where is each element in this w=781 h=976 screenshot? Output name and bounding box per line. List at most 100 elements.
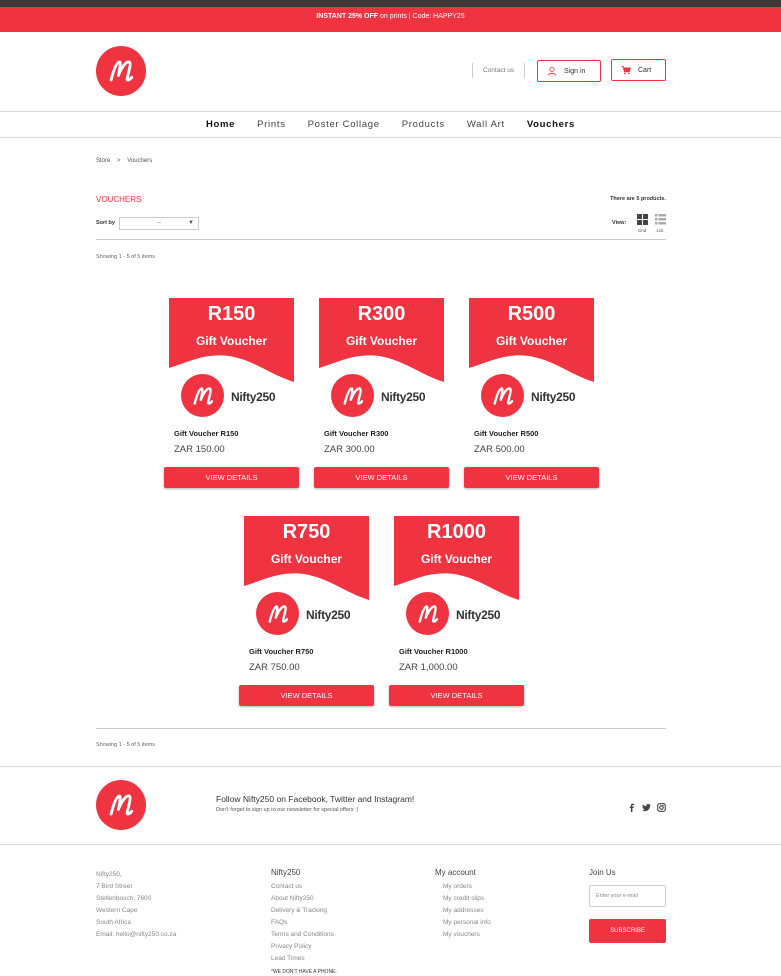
voucher-amount: R1000: [427, 521, 486, 543]
sort-select-value: --: [157, 220, 161, 226]
list-view-toggle[interactable]: List: [653, 214, 667, 233]
voucher-amount: R150: [207, 303, 256, 325]
nav-item-vouchers[interactable]: Vouchers: [516, 119, 586, 130]
voucher-image[interactable]: R150 Gift Voucher Nifty250: [169, 298, 294, 418]
footer-link[interactable]: FAQs: [271, 917, 334, 929]
cart-label: Cart: [638, 66, 652, 74]
voucher-brand: Nifty250: [456, 608, 501, 622]
product-name[interactable]: Gift Voucher R750: [249, 647, 313, 656]
voucher-gift-text: Gift Voucher: [345, 334, 418, 348]
nav-item-prints[interactable]: Prints: [246, 119, 296, 130]
footer-link[interactable]: My addresses: [435, 905, 491, 917]
promo-banner: INSTANT 25% OFF on prints | Code: HAPPY2…: [0, 7, 781, 32]
site-logo[interactable]: [96, 46, 146, 96]
footer-col-title: Nifty250: [271, 868, 301, 877]
voucher-image[interactable]: R500 Gift Voucher Nifty250: [469, 298, 594, 418]
address-line: 7 Bird Street: [96, 883, 133, 890]
voucher-amount: R300: [357, 303, 406, 325]
address-email[interactable]: Email: hello@nifty250.co.za: [96, 929, 176, 941]
category-title: VOUCHERS: [96, 195, 142, 204]
breadcrumb-vouchers[interactable]: Vouchers: [127, 158, 152, 164]
facebook-icon[interactable]: [627, 799, 636, 812]
footer-link[interactable]: My orders: [435, 881, 491, 893]
voucher-amount: R500: [507, 303, 556, 325]
voucher-gift-text: Gift Voucher: [420, 552, 493, 566]
footer-link[interactable]: About Nifty250: [271, 893, 334, 905]
cart-button[interactable]: Cart: [611, 59, 666, 81]
subscribe-button[interactable]: SUBSCRIBE: [589, 919, 666, 943]
address-line: Stellenbosch, 7600: [96, 895, 152, 902]
footer-link[interactable]: My personal info: [435, 917, 491, 929]
voucher-brand: Nifty250: [231, 390, 276, 404]
sort-select[interactable]: -- ▼: [119, 217, 199, 230]
grid-view-toggle[interactable]: Grid: [635, 214, 649, 233]
footer-logo[interactable]: [96, 780, 146, 830]
product-name[interactable]: Gift Voucher R150: [174, 429, 238, 438]
product-price: ZAR 1,000.00: [399, 662, 458, 673]
voucher-logo: [181, 374, 224, 417]
list-icon: [654, 214, 666, 225]
voucher-image[interactable]: R750 Gift Voucher Nifty250: [244, 516, 369, 636]
voucher-logo: [331, 374, 374, 417]
voucher-amount: R750: [282, 521, 331, 543]
view-details-button[interactable]: VIEW DETAILS: [464, 467, 599, 488]
twitter-icon[interactable]: [642, 799, 651, 812]
footer-link[interactable]: Delivery & Tracking: [271, 905, 334, 917]
follow-heading: Follow Nifty250 on Facebook, Twitter and…: [216, 794, 415, 804]
view-details-button[interactable]: VIEW DETAILS: [389, 685, 524, 706]
voucher-brand: Nifty250: [381, 390, 426, 404]
logo-n-mark-icon: [418, 604, 438, 623]
product-price: ZAR 500.00: [474, 444, 525, 455]
footer-link[interactable]: Terms and Conditions: [271, 929, 334, 941]
sign-in-button[interactable]: Sign in: [537, 60, 601, 82]
voucher-gift-text: Gift Voucher: [270, 552, 343, 566]
view-details-button[interactable]: VIEW DETAILS: [314, 467, 449, 488]
breadcrumb-separator: >: [117, 158, 121, 164]
footer-link[interactable]: Privacy Policy: [271, 941, 334, 953]
product-count: There are 5 products.: [610, 196, 666, 202]
instagram-icon[interactable]: [657, 799, 666, 812]
breadcrumb-store[interactable]: Store: [96, 158, 110, 164]
sign-in-label: Sign in: [564, 67, 586, 75]
voucher-image[interactable]: R1000 Gift Voucher Nifty250: [394, 516, 519, 636]
product-name[interactable]: Gift Voucher R1000: [399, 647, 468, 656]
footer-link[interactable]: My vouchers: [435, 929, 491, 941]
footer-link[interactable]: Contact us: [271, 881, 334, 893]
nav-item-poster-collage[interactable]: Poster Collage: [297, 119, 391, 130]
footer-link[interactable]: My credit slips: [435, 893, 491, 905]
divider: [96, 728, 666, 729]
voucher-gift-text: Gift Voucher: [195, 334, 268, 348]
product-name[interactable]: Gift Voucher R500: [474, 429, 538, 438]
top-strip: [0, 0, 781, 7]
contact-link[interactable]: Contact us: [472, 63, 526, 78]
view-label: View:: [612, 220, 627, 226]
nav-item-wall-art[interactable]: Wall Art: [456, 119, 516, 130]
logo-n-mark-icon: [343, 386, 363, 405]
view-details-button[interactable]: VIEW DETAILS: [239, 685, 374, 706]
voucher-image[interactable]: R300 Gift Voucher Nifty250: [319, 298, 444, 418]
logo-n-mark-icon: [109, 794, 134, 816]
logo-n-mark-icon: [268, 604, 288, 623]
footer-account-links: My account My orders My credit slips My …: [435, 868, 491, 941]
product-name[interactable]: Gift Voucher R300: [324, 429, 388, 438]
grid-icon: [636, 214, 648, 225]
logo-n-mark-icon: [109, 60, 134, 82]
nav-item-products[interactable]: Products: [391, 119, 456, 130]
voucher-brand: Nifty250: [531, 390, 576, 404]
product-price: ZAR 150.00: [174, 444, 225, 455]
showing-count-bottom: Showing 1 - 5 of 5 items: [96, 742, 156, 748]
newsletter-email-input[interactable]: Enter your e-mail: [589, 885, 666, 907]
product-price: ZAR 750.00: [249, 662, 300, 673]
promo-highlight: INSTANT 25% OFF: [316, 13, 379, 20]
main-nav: Home Prints Poster Collage Products Wall…: [0, 111, 781, 138]
address-line: Nifty250,: [96, 871, 122, 878]
footer-address: Nifty250, 7 Bird Street Stellenbosch, 76…: [96, 869, 176, 941]
footer-link[interactable]: Lead Times: [271, 953, 334, 965]
social-links: [627, 799, 666, 812]
nav-item-home[interactable]: Home: [195, 119, 246, 130]
voucher-logo: [481, 374, 524, 417]
view-details-button[interactable]: VIEW DETAILS: [164, 467, 299, 488]
showing-count-top: Showing 1 - 5 of 5 items: [96, 254, 156, 260]
logo-n-mark-icon: [193, 386, 213, 405]
no-phone-note: *WE DON'T HAVE A PHONE.: [271, 969, 337, 975]
